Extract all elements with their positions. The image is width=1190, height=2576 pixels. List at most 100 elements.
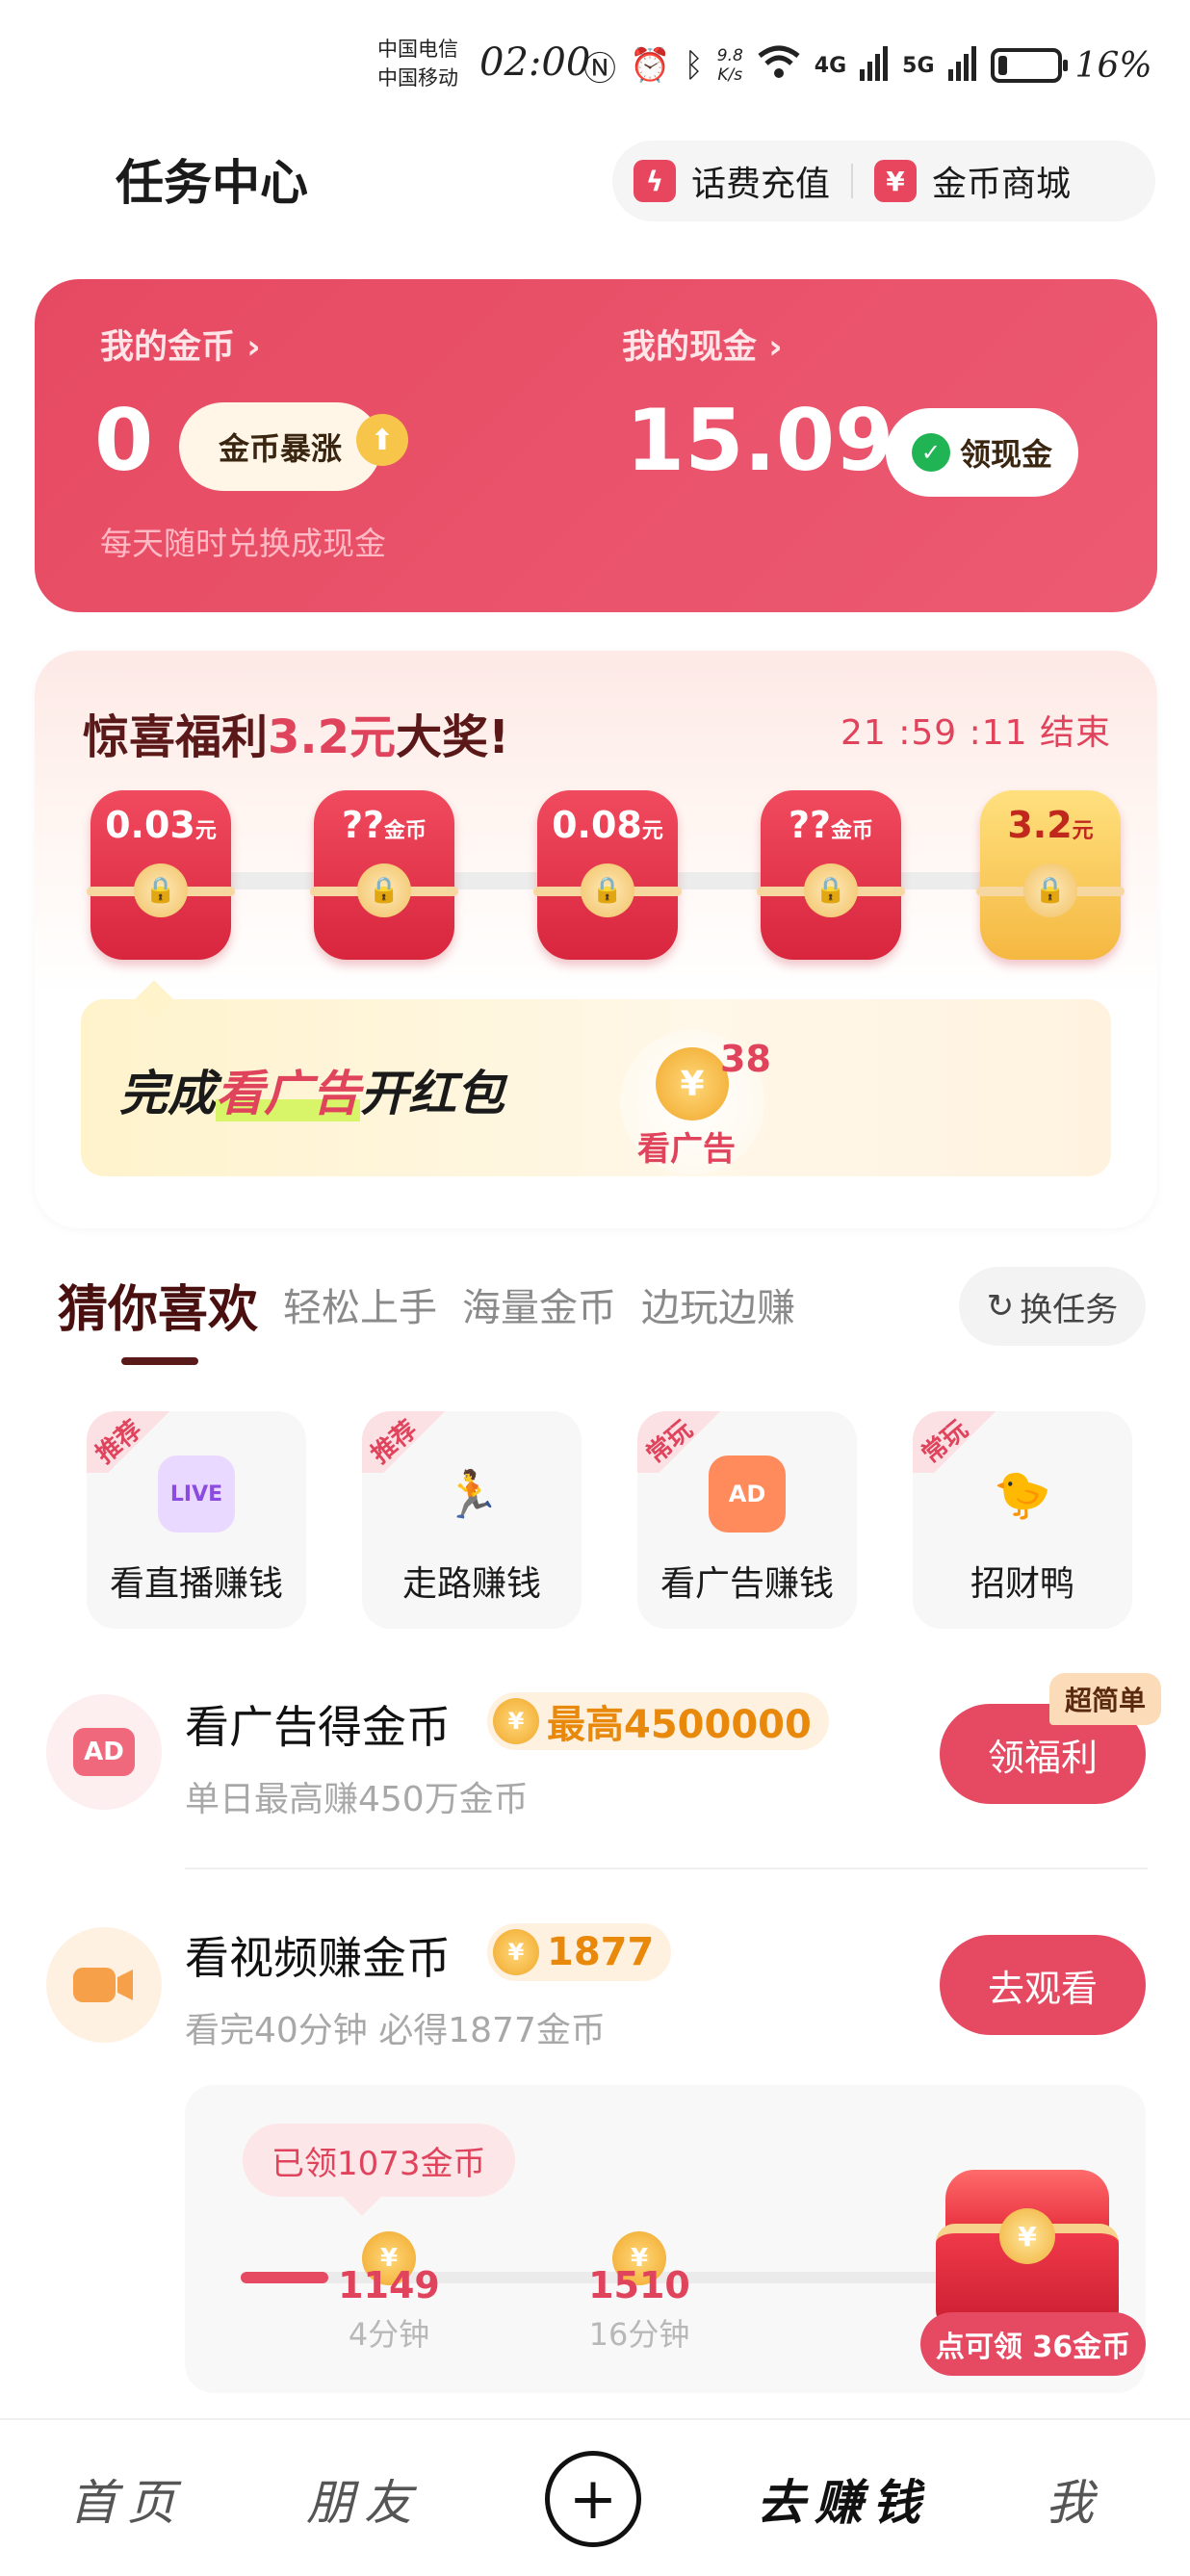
red-envelope[interactable]: ??金币 🔒 — [310, 790, 458, 960]
milestone-value: 1510 — [588, 2264, 690, 2306]
tab-guess-you-like[interactable]: 猜你喜欢 — [58, 1269, 258, 1341]
envelope-amount: 0.08 — [552, 804, 642, 846]
network-2-label: 5G — [902, 53, 935, 78]
nav-me[interactable]: 我 — [1046, 2464, 1103, 2534]
quick-item-lucky-duck[interactable]: 常玩 🐤 招财鸭 — [913, 1411, 1132, 1629]
task-title: 看视频赚金币 — [185, 1932, 451, 1984]
phone-recharge-button[interactable]: ϟ 话费充值 — [612, 141, 851, 221]
yuan-coin-icon: ¥ — [656, 1047, 729, 1121]
treasure-chest-icon[interactable]: ¥ — [936, 2170, 1119, 2333]
red-envelope[interactable]: 0.08元 🔒 — [533, 790, 682, 960]
welfare-title-amount: 3.2元 — [268, 710, 397, 764]
envelope-value: ??金币 — [761, 804, 901, 846]
status-icons: Ⓝ ⏰ ᛒ 9.8 K/s 4G 5G 16% — [583, 39, 1152, 92]
ad-tv-icon: AD — [709, 1455, 786, 1533]
red-envelope[interactable]: 0.03元 🔒 — [87, 790, 235, 960]
lock-icon: 🔒 — [1023, 863, 1077, 917]
chevron-right-icon: › — [768, 328, 783, 367]
my-cash-label: 我的现金 — [622, 328, 758, 367]
envelope-unit: 元 — [194, 819, 217, 843]
gold-envelope-grand-prize[interactable]: 3.2元 🔒 — [976, 790, 1125, 960]
quick-item-live[interactable]: 推荐 LIVE 看直播赚钱 — [87, 1411, 306, 1629]
quick-item-ads[interactable]: 常玩 AD 看广告赚钱 — [637, 1411, 857, 1629]
quick-item-label: 走路赚钱 — [401, 1564, 541, 1604]
wifi-icon — [757, 42, 801, 90]
red-envelope[interactable]: ??金币 🔒 — [757, 790, 905, 960]
welfare-title: 惊喜福利3.2元大奖! — [83, 699, 509, 766]
speed-unit: K/s — [717, 65, 743, 85]
alarm-icon: ⏰ — [630, 46, 671, 85]
plus-circle-icon[interactable]: + — [545, 2451, 641, 2547]
active-tab-indicator — [121, 1357, 198, 1365]
go-watch-button[interactable]: 去观看 — [940, 1935, 1146, 2035]
claimed-coins-bubble: 已领1073金币 — [243, 2124, 515, 2197]
watch-ad-label: 看广告 — [637, 1130, 736, 1169]
clock: 02:00 — [479, 40, 591, 85]
coin-mall-label: 金币商城 — [932, 165, 1072, 204]
claim-cash-label: 领现金 — [959, 436, 1052, 473]
video-progress-panel: 已领1073金币 ¥ 1149 4分钟 ¥ 1510 16分钟 ¥ 点可领 36… — [185, 2085, 1146, 2393]
live-tv-icon: LIVE — [158, 1455, 235, 1533]
nav-friends[interactable]: 朋友 — [306, 2464, 422, 2534]
yuan-coin-icon: ¥ — [493, 1698, 539, 1744]
countdown-value: 21 :59 :11 — [840, 713, 1028, 753]
signal-1-icon — [860, 42, 889, 90]
duck-icon: 🐤 — [994, 1467, 1051, 1522]
watch-ad-coin-button[interactable]: ¥ 38 看广告 — [620, 1030, 771, 1174]
envelope-amount: 3.2 — [1007, 804, 1073, 846]
chevron-right-icon: › — [246, 328, 261, 367]
claim-cash-button[interactable]: ✓ 领现金 — [886, 408, 1078, 497]
reward-value: 1877 — [547, 1930, 655, 1974]
quick-item-walk[interactable]: 推荐 🏃 走路赚钱 — [362, 1411, 582, 1629]
milestone-value: 1149 — [338, 2264, 440, 2306]
nav-earn-money[interactable]: 去赚钱 — [757, 2464, 930, 2534]
max-reward-badge: ¥ 最高4500000 — [487, 1692, 829, 1750]
quick-item-label: 招财鸭 — [970, 1564, 1074, 1604]
coin-mall-button[interactable]: ¥ 金币商城 — [853, 141, 1092, 221]
my-coins-link[interactable]: 我的金币 › — [100, 320, 261, 369]
welfare-title-prefix: 惊喜福利 — [83, 710, 269, 764]
lightning-icon: ϟ — [634, 160, 676, 202]
coin-surge-button[interactable]: 金币暴涨 — [179, 402, 381, 491]
speed-value: 9.8 — [716, 46, 743, 65]
refresh-icon: ↻ — [986, 1287, 1015, 1326]
wallet-subtext: 每天随时兑换成现金 — [100, 525, 386, 562]
envelope-amount: ?? — [788, 804, 832, 846]
page-title: 任务中心 — [116, 155, 308, 211]
watch-ad-banner[interactable]: 完成看广告开红包 ¥ 38 看广告 — [81, 980, 1111, 1176]
quick-item-label: 看广告赚钱 — [660, 1564, 834, 1604]
chest-claim-button[interactable]: 点可领 36金币 — [920, 2312, 1146, 2376]
coin-surge-label: 金币暴涨 — [218, 430, 342, 467]
my-cash-link[interactable]: 我的现金 › — [622, 320, 783, 369]
yuan-coin-icon: ¥ — [999, 2208, 1055, 2264]
my-coins-label: 我的金币 — [100, 328, 236, 367]
carrier-info: 中国电信 中国移动 — [377, 35, 458, 92]
envelope-amount: ?? — [341, 804, 385, 846]
banner-text-suffix: 开红包 — [360, 1066, 504, 1121]
milestone: ¥ 1510 16分钟 — [572, 2231, 707, 2355]
tab-massive-coins[interactable]: 海量金币 — [462, 1276, 616, 1332]
arrow-up-icon: ⬆ — [356, 414, 408, 466]
battery-fill — [997, 56, 1008, 75]
nav-home[interactable]: 首页 — [69, 2464, 185, 2534]
swap-tasks-button[interactable]: ↻ 换任务 — [959, 1267, 1146, 1346]
milestone-time: 4分钟 — [348, 2316, 430, 2353]
carrier-2: 中国移动 — [377, 66, 458, 90]
yuan-ticket-icon: ¥ — [874, 160, 918, 202]
video-camera-icon — [46, 1927, 162, 2043]
banner-pointer — [135, 980, 173, 1018]
nfc-icon: Ⓝ — [583, 49, 616, 89]
tab-easy-start[interactable]: 轻松上手 — [283, 1276, 437, 1332]
lock-icon: 🔒 — [357, 863, 411, 917]
envelope-amount: 0.03 — [105, 804, 195, 846]
lock-icon: 🔒 — [134, 863, 188, 917]
bottom-navigation: 首页 朋友 + 去赚钱 我 — [0, 2418, 1190, 2576]
banner-text: 完成看广告开红包 — [119, 1055, 504, 1124]
battery-percent: 16% — [1074, 45, 1152, 86]
lock-icon: 🔒 — [804, 863, 858, 917]
tab-play-and-earn[interactable]: 边玩边赚 — [641, 1276, 795, 1332]
category-tabs: 猜你喜欢 轻松上手 海量金币 边玩边赚 — [58, 1261, 795, 1348]
envelope-value: ??金币 — [314, 804, 454, 846]
bluetooth-icon: ᛒ — [684, 46, 704, 85]
milestone-time: 16分钟 — [588, 2316, 690, 2353]
